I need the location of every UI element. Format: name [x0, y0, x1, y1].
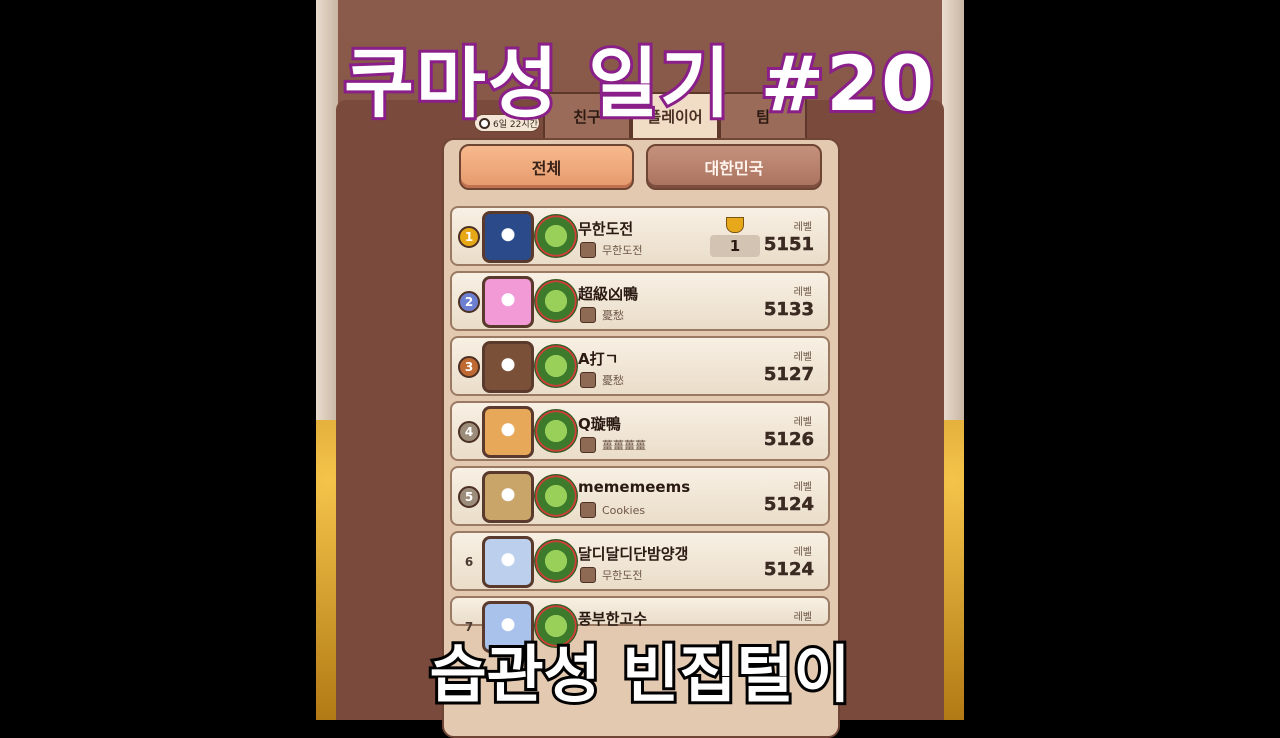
trophy-icon: [726, 217, 744, 233]
guild-name: 憂愁: [602, 309, 624, 322]
player-avatar[interactable]: [482, 276, 534, 328]
player-level: 5151: [763, 234, 815, 256]
guild-info: 무한도전: [580, 242, 642, 258]
guild-info: 憂愁: [580, 372, 624, 388]
player-name: Q璇鴨: [578, 415, 621, 433]
wreath-badge-icon: [534, 214, 578, 258]
wreath-badge-icon: [534, 474, 578, 518]
level-label: 레벨: [793, 222, 812, 233]
rank-badge: 4: [458, 421, 480, 443]
player-name: 超級凶鴨: [578, 285, 639, 303]
ranking-row[interactable]: 6 달디달디단밤양갱무한도전 레벨 5124: [450, 531, 830, 591]
video-title: 쿠마성 일기 #20: [341, 36, 937, 131]
player-avatar[interactable]: [482, 211, 534, 263]
guild-emblem-icon: [580, 242, 596, 258]
player-level: 5127: [763, 364, 815, 386]
level-label: 레벨: [793, 352, 812, 363]
wreath-badge-icon: [534, 409, 578, 453]
level-label: 레벨: [793, 417, 812, 428]
level-label: 레벨: [793, 612, 812, 623]
wreath-badge-icon: [534, 344, 578, 388]
level-label: 레벨: [793, 482, 812, 493]
wreath-badge-icon: [534, 279, 578, 323]
guild-name: Cookies: [602, 503, 646, 517]
guild-name: 무한도전: [602, 244, 643, 257]
player-avatar[interactable]: [482, 536, 534, 588]
rank-badge: 2: [458, 291, 480, 313]
trophy-count: 1: [710, 235, 760, 257]
wreath-badge-icon: [534, 539, 578, 583]
player-level: 5124: [763, 559, 815, 581]
ranking-row[interactable]: 5 mememeems Cookies 레벨 5124: [450, 466, 830, 526]
guild-name: 무한도전: [602, 569, 643, 582]
ranking-row[interactable]: 7 풍부한고수 레벨: [450, 596, 830, 653]
rank-badge: 5: [458, 486, 480, 508]
guild-emblem-icon: [580, 307, 596, 323]
guild-emblem-icon: [580, 437, 596, 453]
player-avatar[interactable]: [482, 341, 534, 393]
guild-name: 薑薑薑薑: [602, 439, 646, 452]
guild-info: Cookies: [580, 502, 645, 518]
filter-korea-button[interactable]: 대한민국: [646, 144, 822, 190]
guild-info: 薑薑薑薑: [580, 437, 646, 453]
player-level: 5124: [763, 494, 815, 516]
ranking-row[interactable]: 3 A打ㄱ憂愁 레벨 5127: [450, 336, 830, 396]
guild-name: 憂愁: [602, 374, 624, 387]
player-name: 달디달디단밤양갱: [578, 545, 689, 563]
guild-info: 무한도전: [580, 567, 642, 583]
guild-emblem-icon: [580, 502, 596, 518]
ranking-row[interactable]: 1 무한도전 무한도전 1 레벨 5151: [450, 206, 830, 266]
rank-badge: 3: [458, 356, 480, 378]
level-label: 레벨: [793, 287, 812, 298]
guild-emblem-icon: [580, 372, 596, 388]
ranking-row[interactable]: 2 超級凶鴨憂愁 레벨 5133: [450, 271, 830, 331]
rank-badge: 6: [464, 555, 474, 569]
player-name: 무한도전: [578, 220, 634, 238]
guild-info: 憂愁: [580, 307, 624, 323]
level-label: 레벨: [793, 547, 812, 558]
rank-badge: 1: [458, 226, 480, 248]
filter-all-button[interactable]: 전체: [459, 144, 634, 190]
player-avatar[interactable]: [482, 471, 534, 523]
player-avatar[interactable]: [482, 406, 534, 458]
player-level: 5133: [763, 299, 815, 321]
ranking-row[interactable]: 4 Q璇鴨薑薑薑薑 레벨 5126: [450, 401, 830, 461]
player-name: mememeems: [578, 478, 691, 496]
player-level: 5126: [763, 429, 815, 451]
player-name: A打ㄱ: [578, 350, 619, 368]
video-caption: 습관성 빈집털이: [427, 635, 854, 714]
guild-emblem-icon: [580, 567, 596, 583]
